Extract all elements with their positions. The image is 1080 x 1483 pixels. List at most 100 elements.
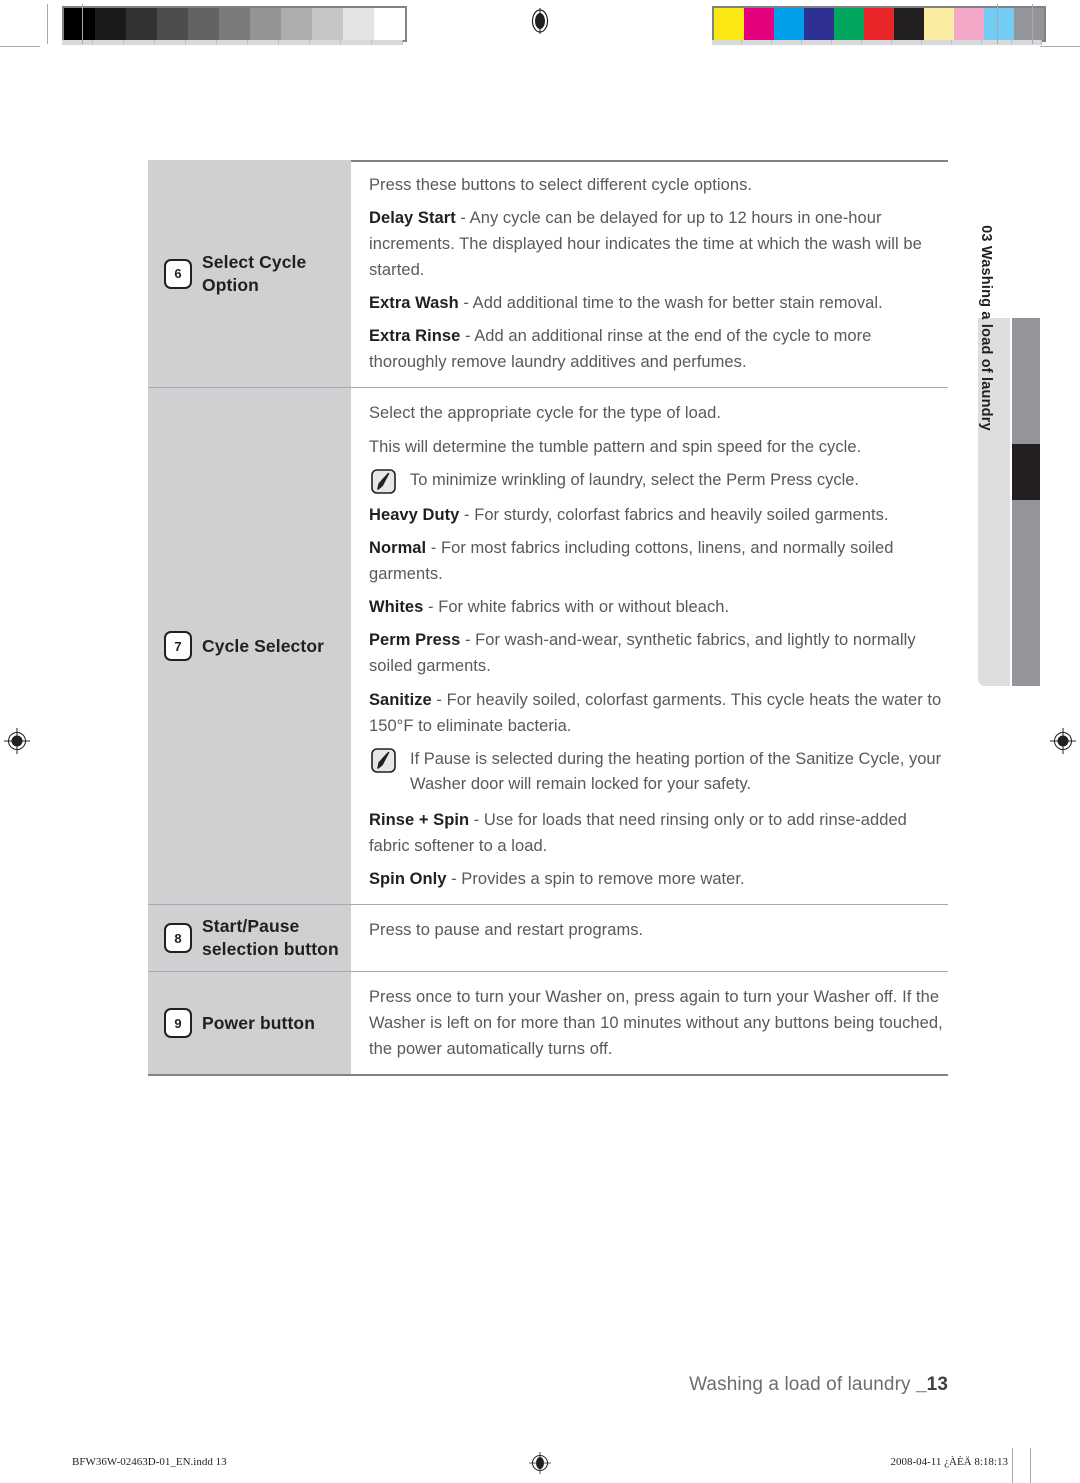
description-paragraph: Perm Press - For wash-and-wear, syntheti…	[369, 627, 948, 679]
imposition-timestamp: 2008-04-11 ¿ÀÈÄ 8:18:13	[890, 1456, 1008, 1468]
trim-line-left-inner	[82, 4, 83, 44]
color-swatch	[714, 8, 744, 40]
table-row: 6 Select Cycle Option Press these buttons …	[148, 160, 948, 389]
description-term: Spin Only	[369, 869, 447, 888]
gray-swatch	[157, 8, 188, 40]
gray-swatch	[219, 8, 250, 40]
color-swatch-tick	[952, 40, 982, 45]
gray-swatch	[312, 8, 343, 40]
trim-line-right-inner	[997, 4, 998, 44]
page-number: _13	[915, 1374, 948, 1395]
trim-line-right	[1032, 4, 1033, 44]
chapter-tab-gray-bar	[1012, 318, 1040, 686]
description-paragraph: Spin Only - Provides a spin to remove mo…	[369, 866, 948, 892]
control-label-cell: 8 Start/Pause selection button	[148, 904, 351, 972]
gray-swatch-tick	[310, 40, 341, 45]
gray-swatch	[188, 8, 219, 40]
control-label-text: Select Cycle Option	[202, 251, 307, 295]
gray-swatch-tick	[279, 40, 310, 45]
table-row: 9 Power button Press once to turn your Was…	[148, 972, 948, 1075]
gray-swatch	[250, 8, 281, 40]
description-term: Sanitize	[369, 690, 432, 709]
description-term: Normal	[369, 539, 427, 558]
description-body: - For sturdy, colorfast fabrics and heav…	[459, 506, 889, 525]
gray-swatch	[95, 8, 126, 40]
page-footer: Washing a load of laundry _13	[689, 1374, 948, 1396]
gray-swatch-tick	[93, 40, 124, 45]
control-label-cell: 9 Power button	[148, 972, 351, 1075]
note-callout: To minimize wrinkling of laundry, select…	[369, 468, 948, 494]
color-swatch-tick	[892, 40, 922, 45]
imposition-filename: BFW36W-02463D-01_EN.indd 13	[72, 1456, 227, 1468]
gray-swatch-tick	[62, 40, 93, 45]
description-paragraph: Heavy Duty - For sturdy, colorfast fabri…	[369, 502, 948, 528]
gray-swatch	[126, 8, 157, 40]
control-label-text: Power button	[202, 1012, 315, 1033]
color-swatch	[804, 8, 834, 40]
note-callout: If Pause is selected during the heating …	[369, 747, 948, 798]
description-paragraph: This will determine the tumble pattern a…	[369, 437, 862, 456]
description-term: Extra Wash	[369, 294, 459, 313]
control-label-cell: 7 Cycle Selector	[148, 388, 351, 904]
description-term: Heavy Duty	[369, 506, 460, 525]
callout-number-badge: 8	[164, 923, 192, 954]
description-body: - Provides a spin to remove more water.	[446, 869, 745, 888]
table-bottom-rule	[148, 1074, 948, 1076]
color-swatch-tick	[832, 40, 862, 45]
description-paragraph: Rinse + Spin - Use for loads that need r…	[369, 807, 948, 859]
color-swatch-tick	[1012, 40, 1042, 45]
description-body: - For most fabrics including cottons, li…	[369, 539, 894, 584]
color-swatch	[834, 8, 864, 40]
gray-swatch	[374, 8, 405, 40]
description-paragraph: Delay Start - Any cycle can be delayed f…	[369, 205, 948, 283]
color-swatch-tick	[862, 40, 892, 45]
color-swatch	[954, 8, 984, 40]
description-paragraph: Press once to turn your Washer on, press…	[369, 988, 943, 1059]
chapter-tab-text-strip: 03 Washing a load of laundry	[978, 225, 1010, 686]
page-footer-chapter-label: Washing a load of laundry	[689, 1374, 911, 1395]
gray-swatch	[343, 8, 374, 40]
gray-swatch-tick	[124, 40, 155, 45]
color-swatch	[774, 8, 804, 40]
color-swatch	[924, 8, 954, 40]
callout-number-badge: 9	[164, 1008, 192, 1039]
description-paragraph: Select the appropriate cycle for the typ…	[369, 404, 721, 423]
control-label-cell: 6 Select Cycle Option	[148, 160, 351, 388]
note-pen-icon	[371, 468, 396, 494]
color-swatch	[744, 8, 774, 40]
description-term: Delay Start	[369, 209, 456, 228]
description-paragraph: Normal - For most fabrics including cott…	[369, 535, 948, 587]
gray-swatch-tick	[248, 40, 279, 45]
trim-rule-top-right	[1040, 46, 1080, 47]
control-description-cell: Press to pause and restart programs.	[351, 905, 948, 971]
description-paragraph: Press to pause and restart programs.	[369, 920, 644, 939]
description-paragraph: Whites - For white fabrics with or witho…	[369, 594, 948, 620]
control-panel-description-table: 6 Select Cycle Option Press these buttons …	[148, 160, 948, 1075]
control-label-text: Cycle Selector	[202, 635, 325, 656]
color-swatch-tick	[802, 40, 832, 45]
description-paragraph: Extra Wash - Add additional time to the …	[369, 290, 948, 316]
description-term: Whites	[369, 598, 424, 617]
imposition-footer: BFW36W-02463D-01_EN.indd 13 2008-04-11 ¿…	[0, 1452, 1080, 1482]
description-paragraph: Sanitize - For heavily soiled, colorfast…	[369, 687, 948, 739]
registration-target-icon-right	[1050, 728, 1076, 754]
footer-trim-line-a	[1012, 1448, 1013, 1483]
gray-swatch-tick	[155, 40, 186, 45]
callout-number-badge: 7	[164, 631, 192, 662]
description-paragraph: Extra Rinse - Add an additional rinse at…	[369, 323, 948, 375]
description-term: Perm Press	[369, 631, 461, 650]
gray-swatch	[281, 8, 312, 40]
grayscale-tick-row	[62, 40, 403, 45]
note-pen-icon	[371, 747, 396, 773]
gray-swatch-tick	[372, 40, 403, 45]
footer-trim-line-b	[1030, 1448, 1031, 1483]
gray-swatch-tick	[217, 40, 248, 45]
registration-target-icon-footer	[529, 1452, 551, 1474]
table-row: 7 Cycle Selector Select the appropriate cy…	[148, 388, 948, 905]
description-term: Extra Rinse	[369, 327, 461, 346]
description-body: - For heavily soiled, colorfast garments…	[369, 690, 942, 735]
description-term: Rinse + Spin	[369, 810, 470, 829]
color-tick-row	[712, 40, 1042, 45]
note-text: To minimize wrinkling of laundry, select…	[410, 470, 860, 489]
note-text: If Pause is selected during the heating …	[410, 749, 942, 794]
